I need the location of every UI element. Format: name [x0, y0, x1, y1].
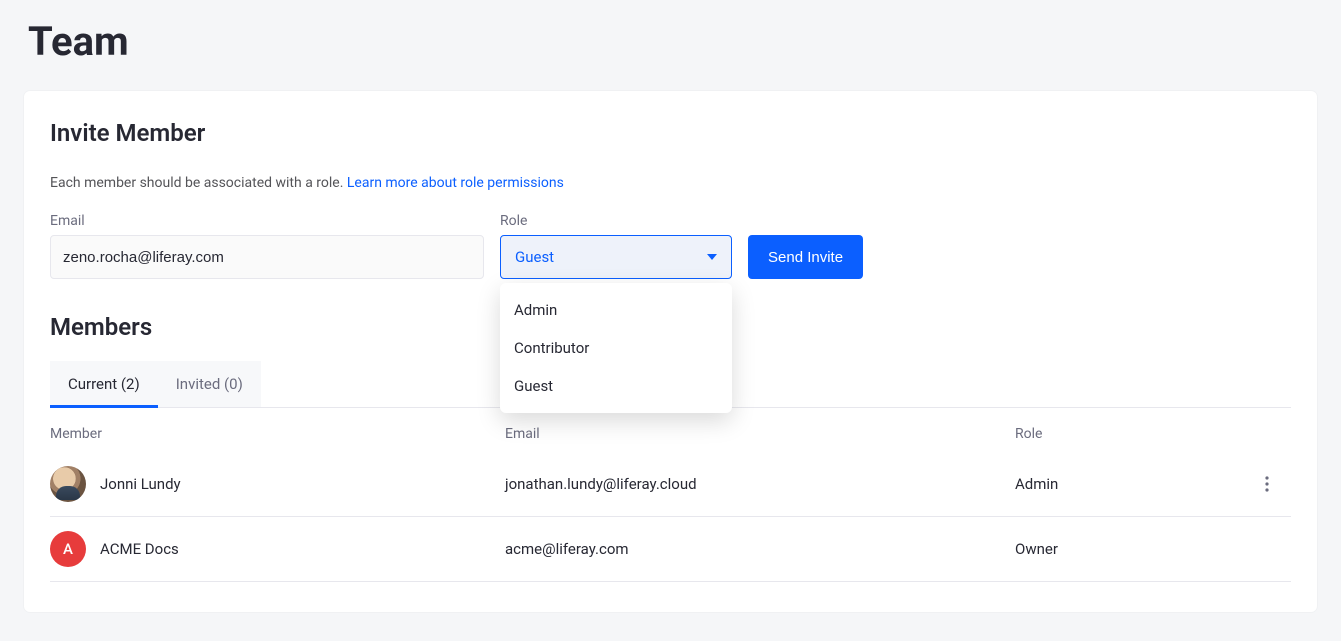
role-option-admin[interactable]: Admin	[500, 291, 732, 329]
avatar: A	[50, 531, 86, 567]
tab-current[interactable]: Current (2)	[50, 361, 158, 407]
role-dropdown-menu: Admin Contributor Guest	[500, 283, 732, 413]
role-select: Guest Admin Contributor Guest	[500, 235, 732, 279]
role-option-guest[interactable]: Guest	[500, 367, 732, 405]
invite-heading: Invite Member	[50, 119, 1291, 147]
col-role: Role	[1015, 426, 1251, 442]
more-actions-button[interactable]	[1251, 468, 1283, 500]
learn-more-link[interactable]: Learn more about role permissions	[347, 175, 564, 191]
chevron-down-icon	[707, 254, 717, 260]
role-selected-value: Guest	[515, 248, 554, 266]
col-email: Email	[505, 426, 1015, 442]
member-name: Jonni Lundy	[100, 475, 181, 493]
member-name: ACME Docs	[100, 540, 179, 558]
member-cell: A ACME Docs	[50, 531, 505, 567]
invite-helper: Each member should be associated with a …	[50, 175, 1291, 191]
member-role: Owner	[1015, 540, 1251, 558]
invite-form: Email Role Guest Admin Contributor Guest…	[50, 213, 1291, 279]
invite-helper-text: Each member should be associated with a …	[50, 175, 347, 191]
email-input[interactable]	[50, 235, 484, 279]
role-dropdown-button[interactable]: Guest	[500, 235, 732, 279]
more-vertical-icon	[1265, 476, 1269, 492]
tab-invited[interactable]: Invited (0)	[158, 361, 261, 407]
team-card: Invite Member Each member should be asso…	[24, 91, 1317, 612]
member-email: jonathan.lundy@liferay.cloud	[505, 475, 1015, 493]
email-label: Email	[50, 213, 484, 229]
table-row: Jonni Lundy jonathan.lundy@liferay.cloud…	[50, 452, 1291, 517]
email-field-group: Email	[50, 213, 484, 279]
member-email: acme@liferay.com	[505, 540, 1015, 558]
role-option-contributor[interactable]: Contributor	[500, 329, 732, 367]
col-member: Member	[50, 426, 505, 442]
page-title: Team	[0, 0, 1341, 73]
members-table-header: Member Email Role	[50, 408, 1291, 452]
send-invite-button[interactable]: Send Invite	[748, 235, 863, 279]
avatar	[50, 466, 86, 502]
member-role: Admin	[1015, 475, 1251, 493]
role-field-group: Role Guest Admin Contributor Guest	[500, 213, 732, 279]
role-label: Role	[500, 213, 732, 229]
table-row: A ACME Docs acme@liferay.com Owner	[50, 517, 1291, 582]
member-cell: Jonni Lundy	[50, 466, 505, 502]
